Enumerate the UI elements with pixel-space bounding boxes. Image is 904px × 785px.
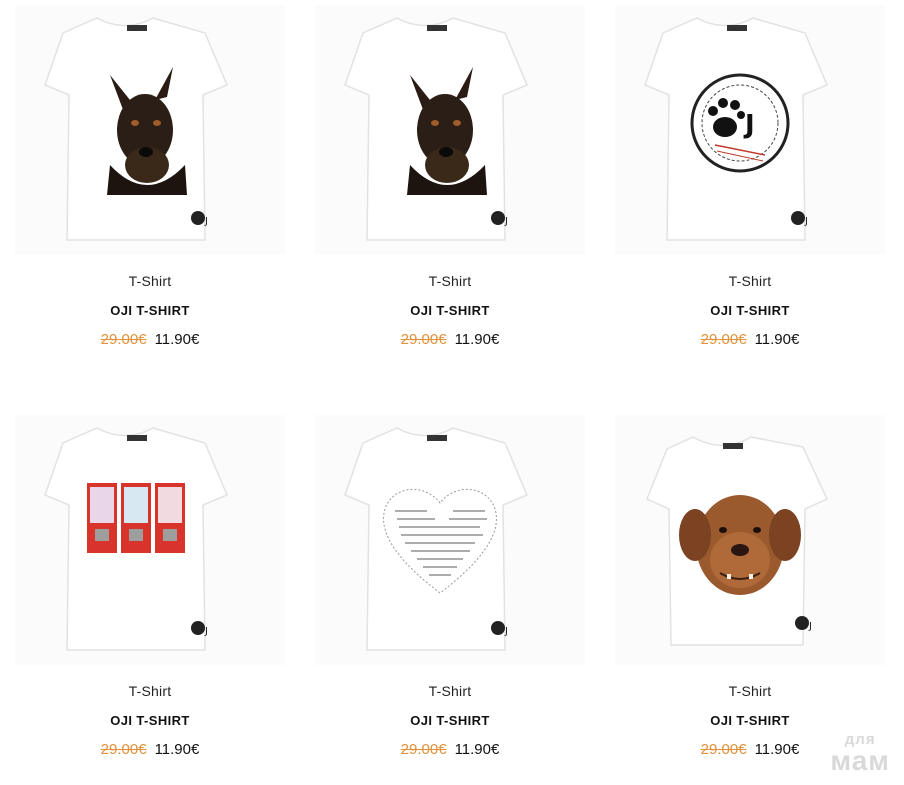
product-card[interactable]: J T-Shirt OJI T-SHIRT 29.00€ 11.90€ — [300, 5, 600, 375]
svg-text:J: J — [204, 626, 208, 637]
svg-text:J: J — [504, 626, 508, 637]
product-card[interactable]: J T-Shirt OJI T-SHIRT 29.00€ 11.90€ — [0, 5, 300, 375]
svg-text:J: J — [504, 216, 508, 227]
product-image[interactable]: J — [15, 5, 285, 255]
product-prices: 29.00€ 11.90€ — [0, 741, 300, 758]
product-name[interactable]: OJI T-SHIRT — [300, 303, 600, 318]
product-image[interactable]: J — [615, 415, 885, 665]
svg-text:J: J — [808, 621, 812, 632]
product-category: T-Shirt — [428, 273, 472, 289]
sale-price: 11.90€ — [454, 331, 500, 348]
old-price: 29.00€ — [100, 331, 147, 348]
product-name[interactable]: OJI T-SHIRT — [0, 713, 300, 728]
product-name[interactable]: OJI T-SHIRT — [0, 303, 300, 318]
product-grid: J T-Shirt OJI T-SHIRT 29.00€ 11.90€ J T-… — [0, 0, 904, 785]
sale-price: 11.90€ — [454, 741, 500, 758]
product-category: T-Shirt — [128, 273, 172, 289]
product-image[interactable]: J — [315, 415, 585, 665]
product-image[interactable]: J J — [615, 5, 885, 255]
sale-price: 11.90€ — [754, 741, 800, 758]
product-category: T-Shirt — [128, 683, 172, 699]
sale-price: 11.90€ — [154, 741, 200, 758]
svg-text:J: J — [743, 110, 755, 140]
svg-text:J: J — [204, 216, 208, 227]
product-image[interactable]: J — [315, 5, 585, 255]
product-name[interactable]: OJI T-SHIRT — [600, 303, 900, 318]
product-prices: 29.00€ 11.90€ — [600, 331, 900, 348]
product-card[interactable]: J T-Shirt OJI T-SHIRT 29.00€ 11.90€ — [0, 415, 300, 785]
product-prices: 29.00€ 11.90€ — [300, 331, 600, 348]
sale-price: 11.90€ — [154, 331, 200, 348]
old-price: 29.00€ — [400, 331, 447, 348]
product-card[interactable]: J T-Shirt OJI T-SHIRT 29.00€ 11.90€ — [300, 415, 600, 785]
product-image[interactable]: J — [15, 415, 285, 665]
sale-price: 11.90€ — [754, 331, 800, 348]
product-category: T-Shirt — [428, 683, 472, 699]
product-card[interactable]: J T-Shirt OJI T-SHIRT 29.00€ 11.90€ — [600, 415, 900, 785]
product-category: T-Shirt — [728, 273, 772, 289]
product-prices: 29.00€ 11.90€ — [300, 741, 600, 758]
site-watermark: для мам — [830, 732, 890, 775]
product-category: T-Shirt — [728, 683, 772, 699]
product-name[interactable]: OJI T-SHIRT — [300, 713, 600, 728]
old-price: 29.00€ — [400, 741, 447, 758]
product-prices: 29.00€ 11.90€ — [0, 331, 300, 348]
svg-text:J: J — [804, 216, 808, 227]
watermark-bottom: мам — [830, 745, 890, 776]
product-name[interactable]: OJI T-SHIRT — [600, 713, 900, 728]
old-price: 29.00€ — [700, 331, 747, 348]
old-price: 29.00€ — [100, 741, 147, 758]
product-card[interactable]: J J T-Shirt OJI T-SHIRT 29.00€ 11.90€ — [600, 5, 900, 375]
gumball-machines-print — [87, 483, 185, 553]
old-price: 29.00€ — [700, 741, 747, 758]
